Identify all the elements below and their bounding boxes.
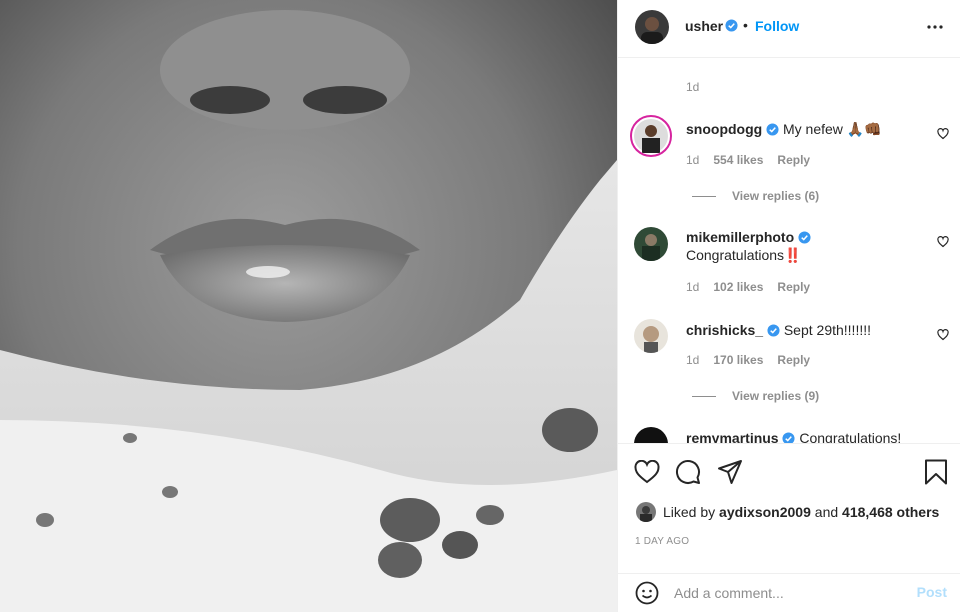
replies-divider xyxy=(692,396,716,398)
commenter-avatar[interactable] xyxy=(630,115,672,157)
comment-time: 1d xyxy=(686,353,700,367)
comment-bubble-icon[interactable] xyxy=(675,459,701,490)
commenter-avatar[interactable] xyxy=(634,319,668,353)
emoji-icon[interactable] xyxy=(635,581,659,610)
liker-username[interactable]: aydixson2009 xyxy=(719,504,811,520)
reply-button[interactable]: Reply xyxy=(777,280,810,294)
comment-text: My nefew 🙏🏾👊🏾 xyxy=(782,121,882,137)
verified-badge-icon xyxy=(766,122,779,140)
comment-text: Congratulations‼️ xyxy=(686,247,802,263)
post-date[interactable]: 1 DAY AGO xyxy=(635,536,689,547)
commenter-avatar[interactable] xyxy=(634,227,668,261)
author-username[interactable]: usher xyxy=(685,18,723,34)
likes-conj: and xyxy=(814,504,839,520)
caption-time: 1d xyxy=(686,80,700,94)
comment-likes[interactable]: 170 likes xyxy=(713,353,763,367)
comment-username[interactable]: remymartinus xyxy=(686,430,779,443)
likes-summary: Liked by aydixson2009 and 418,468 others xyxy=(663,504,939,520)
instagram-post-modal: usher • Follow 1d snoopdogg My nefew 🙏🏾👊… xyxy=(0,0,960,612)
comment-likes[interactable]: 102 likes xyxy=(713,280,763,294)
reply-button[interactable]: Reply xyxy=(777,353,810,367)
share-send-icon[interactable] xyxy=(717,459,743,490)
author-avatar[interactable] xyxy=(635,10,669,44)
like-heart-icon[interactable] xyxy=(634,459,660,489)
view-replies-label: View replies (6) xyxy=(732,189,820,203)
view-replies-button[interactable]: View replies (9) xyxy=(692,389,819,403)
like-comment-heart-icon[interactable] xyxy=(937,235,949,253)
verified-badge-icon xyxy=(725,19,738,37)
likes-others-count[interactable]: 418,468 others xyxy=(842,504,939,520)
follow-button[interactable]: Follow xyxy=(755,18,799,34)
post-comment-button[interactable]: Post xyxy=(917,584,947,600)
comment-time: 1d xyxy=(686,153,700,167)
comment-username[interactable]: mikemillerphoto xyxy=(686,229,794,245)
comments-list[interactable]: 1d snoopdogg My nefew 🙏🏾👊🏾 1d 554 likes Re… xyxy=(618,59,960,443)
comment-likes[interactable]: 554 likes xyxy=(713,153,763,167)
post-photo[interactable] xyxy=(0,0,617,612)
replies-divider xyxy=(692,196,716,198)
comment-time: 1d xyxy=(686,280,700,294)
reply-button[interactable]: Reply xyxy=(777,153,810,167)
post-side-panel: usher • Follow 1d snoopdogg My nefew 🙏🏾👊… xyxy=(617,0,960,612)
post-header: usher • Follow xyxy=(618,0,960,58)
comment-input[interactable] xyxy=(674,582,904,604)
commenter-avatar[interactable] xyxy=(634,427,668,443)
header-dot: • xyxy=(743,17,748,33)
view-replies-label: View replies (9) xyxy=(732,389,820,403)
like-comment-heart-icon[interactable] xyxy=(937,127,949,145)
more-options-icon[interactable] xyxy=(926,18,944,41)
comment-username[interactable]: chrishicks_ xyxy=(686,322,763,338)
save-bookmark-icon[interactable] xyxy=(924,459,948,490)
view-replies-button[interactable]: View replies (6) xyxy=(692,189,819,203)
post-actions: Liked by aydixson2009 and 418,468 others… xyxy=(618,443,960,573)
verified-badge-icon xyxy=(782,431,796,443)
likes-prefix: Liked by xyxy=(663,504,716,520)
add-comment-bar: Post xyxy=(618,573,960,612)
liker-avatar[interactable] xyxy=(636,502,656,522)
comment-text: Congratulations! xyxy=(799,430,902,443)
comment-text: Sept 29th!!!!!!! xyxy=(783,322,872,338)
verified-badge-icon xyxy=(767,323,780,341)
like-comment-heart-icon[interactable] xyxy=(937,328,949,346)
comment-username[interactable]: snoopdogg xyxy=(686,121,762,137)
